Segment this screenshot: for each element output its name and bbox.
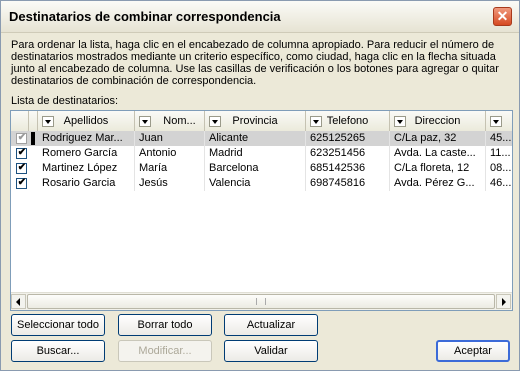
cell-extra: 45... [486,131,512,146]
filter-dropdown-icon[interactable] [490,116,502,127]
column-header-provincia[interactable]: Provincia [205,111,306,131]
cell-provincia: Barcelona [205,161,306,176]
include-checkbox[interactable]: ✔ [16,162,27,174]
cell-apellidos: Rosario Garcia [38,176,135,191]
scrollbar-thumb[interactable] [27,294,495,309]
cell-direccion: C/La floreta, 12 [390,161,486,176]
cell-apellidos: Martinez López [38,161,135,176]
table-row[interactable]: ✔ Rodriguez Mar... Juan Alicante 6251252… [11,131,512,146]
close-button[interactable]: ✕ [493,7,512,26]
cell-direccion: Avda. Pérez G... [390,176,486,191]
validate-button[interactable]: Validar [224,340,318,362]
checkbox-column-header [11,111,29,131]
table-row[interactable]: ✔ Rosario Garcia Jesús Valencia 69874581… [11,176,512,191]
cell-nombre: Juan [135,131,205,146]
title-bar[interactable]: Destinatarios de combinar correspondenci… [1,1,519,33]
cell-telefono: 685142536 [306,161,390,176]
scroll-left-arrow-icon[interactable] [11,294,26,309]
column-header-label: Direccion [414,115,461,127]
column-header-label: Nom... [163,115,196,127]
column-header-label: Apellidos [63,115,109,127]
column-header-apellidos[interactable]: Apellidos [38,111,135,131]
checkmark-icon: ✔ [17,177,27,188]
instructions-text: Para ordenar la lista, haga clic en el e… [11,39,499,87]
recipient-list[interactable]: Apellidos Nom... Provincia Telefono Dire… [10,110,513,311]
column-header-extra[interactable] [486,111,512,131]
horizontal-scrollbar[interactable] [11,292,512,310]
include-checkbox[interactable]: ✔ [16,177,27,189]
close-icon: ✕ [496,8,509,24]
cell-provincia: Alicante [205,131,306,146]
ok-button[interactable]: Aceptar [436,340,510,362]
cell-telefono: 625125265 [306,131,390,146]
select-all-button[interactable]: Seleccionar todo [11,314,105,336]
column-header-row: Apellidos Nom... Provincia Telefono Dire… [11,111,512,132]
cell-provincia: Madrid [205,146,306,161]
column-header-direccion[interactable]: Direccion [390,111,486,131]
cell-direccion: C/La paz, 32 [390,131,486,146]
checkmark-icon: ✔ [17,147,27,158]
cell-extra: 08... [486,161,512,176]
column-header-label: Telefono [326,115,369,127]
cell-nombre: María [135,161,205,176]
edit-button: Modificar... [118,340,212,362]
marker-column-header [29,111,38,131]
column-header-telefono[interactable]: Telefono [306,111,390,131]
include-checkbox[interactable]: ✔ [16,147,27,159]
cell-apellidos: Rodriguez Mar... [38,131,135,146]
column-header-nombre[interactable]: Nom... [135,111,205,131]
cell-apellidos: Romero García [38,146,135,161]
cell-extra: 46... [486,176,512,191]
clear-all-button[interactable]: Borrar todo [118,314,212,336]
cell-extra: 11... [486,146,512,161]
find-button[interactable]: Buscar... [11,340,105,362]
scroll-right-arrow-icon[interactable] [496,294,511,309]
cell-nombre: Antonio [135,146,205,161]
grip-icon [256,298,266,305]
dialog-title: Destinatarios de combinar correspondenci… [9,9,281,24]
current-record-marker [31,132,35,145]
cell-nombre: Jesús [135,176,205,191]
cell-telefono: 698745816 [306,176,390,191]
table-row[interactable]: ✔ Romero García Antonio Madrid 623251456… [11,146,512,161]
column-header-label: Provincia [232,115,278,127]
recipient-list-label: Lista de destinatarios: [11,95,119,107]
cell-telefono: 623251456 [306,146,390,161]
table-row[interactable]: ✔ Martinez López María Barcelona 6851425… [11,161,512,176]
checkmark-icon: ✔ [17,132,27,143]
mail-merge-recipients-dialog: Destinatarios de combinar correspondenci… [0,0,520,371]
cell-direccion: Avda. La caste... [390,146,486,161]
refresh-button[interactable]: Actualizar [224,314,318,336]
include-checkbox[interactable]: ✔ [16,132,27,144]
checkmark-icon: ✔ [17,162,27,173]
cell-provincia: Valencia [205,176,306,191]
